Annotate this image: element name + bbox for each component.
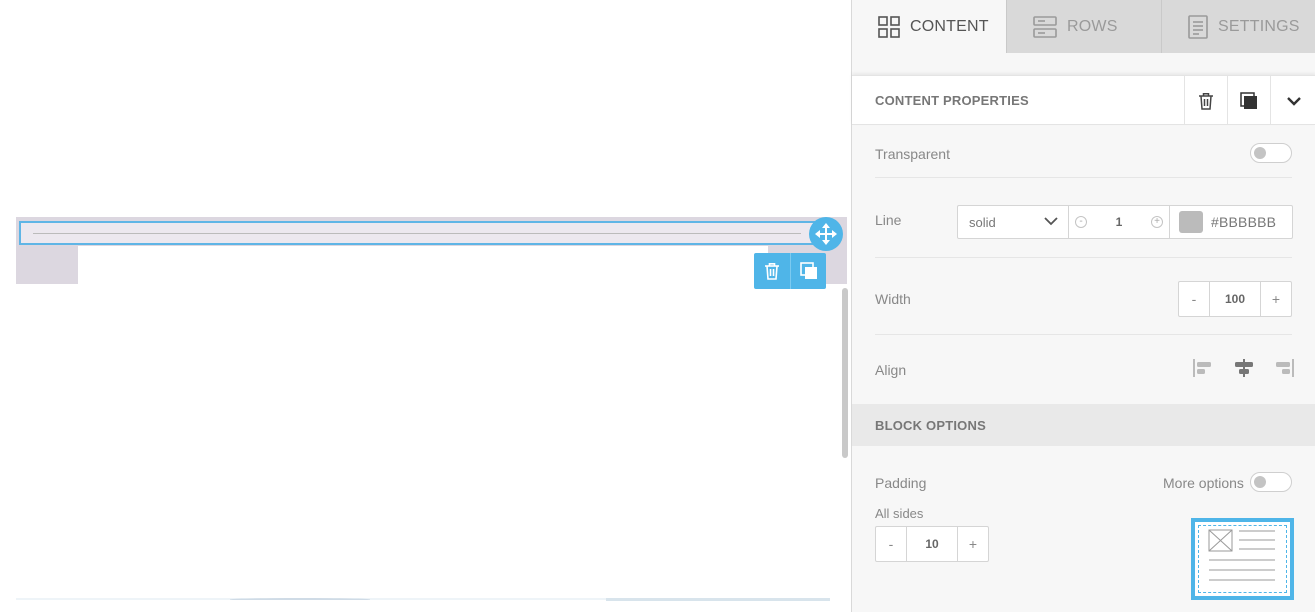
move-icon [815,223,837,245]
padding-stepper: - 10 + [875,526,989,562]
separator [875,257,1292,258]
plus-icon: + [1151,216,1163,228]
row-handle-left [16,246,78,284]
duplicate-icon [799,262,817,279]
move-handle[interactable] [809,217,843,251]
padding-preview [1191,518,1294,600]
more-options-label: More options [1163,475,1244,491]
duplicate-content-button[interactable] [1227,76,1270,125]
block-action-toolbar [754,253,826,289]
line-color-value: #BBBBBB [1211,214,1277,230]
padding-value[interactable]: 10 [906,527,958,561]
delete-content-button[interactable] [1184,76,1227,125]
chevron-down-icon [1044,217,1058,226]
collapse-properties-button[interactable] [1270,76,1315,125]
tab-content-label: CONTENT [910,17,989,35]
tab-settings-label: SETTINGS [1218,17,1300,35]
all-sides-label: All sides [875,506,924,521]
line-thickness-value[interactable]: 1 [1093,215,1145,229]
editor-canvas[interactable] [0,0,851,612]
more-options-toggle[interactable] [1250,472,1292,492]
content-properties-header: CONTENT PROPERTIES [852,75,1315,125]
tab-content[interactable]: CONTENT [852,0,1006,53]
align-right-button[interactable] [1273,357,1295,379]
width-value[interactable]: 100 [1209,282,1261,316]
width-increment-button[interactable]: + [1261,282,1291,316]
padding-increment-button[interactable]: + [958,527,988,561]
divider-line [33,233,801,234]
block-options-title: BLOCK OPTIONS [875,418,986,433]
toggle-knob [1254,147,1266,159]
align-left-icon [1193,359,1211,377]
line-thickness-stepper: - 1 + [1068,205,1170,239]
line-thickness-increment[interactable]: + [1145,206,1169,238]
settings-doc-icon [1188,14,1208,39]
content-properties-title: CONTENT PROPERTIES [875,93,1029,108]
tab-rows-label: ROWS [1067,17,1118,35]
transparent-toggle[interactable] [1250,143,1292,163]
tab-rows[interactable]: ROWS [1006,0,1161,53]
align-buttons [1192,357,1295,379]
padding-decrement-button[interactable]: - [876,527,906,561]
width-stepper: - 100 + [1178,281,1292,317]
width-decrement-button[interactable]: - [1179,282,1209,316]
grid-icon [878,15,900,38]
transparent-label: Transparent [875,146,950,162]
rows-icon [1033,15,1057,38]
properties-panel: CONTENT ROWS SETTINGS CONTENT PROPERTIES… [851,0,1315,612]
divider-content-block[interactable] [19,221,815,245]
block-preview-icon [1208,529,1275,581]
align-label: Align [875,362,907,378]
block-duplicate-button[interactable] [790,253,826,289]
padding-label: Padding [875,475,927,491]
minus-icon: - [1075,216,1087,228]
toggle-knob [1254,476,1266,488]
line-style-value: solid [969,215,996,230]
align-center-button[interactable] [1233,357,1255,379]
canvas-scrollbar[interactable] [842,288,848,458]
panel-tabs: CONTENT ROWS SETTINGS [852,0,1315,53]
align-left-button[interactable] [1192,357,1214,379]
chevron-down-icon [1286,96,1301,106]
align-center-icon [1234,359,1253,377]
line-thickness-decrement[interactable]: - [1069,206,1093,238]
trash-icon [765,263,779,280]
block-delete-button[interactable] [754,253,790,289]
block-options-header: BLOCK OPTIONS [852,404,1315,446]
next-row-image-edge [606,598,830,601]
separator [875,334,1292,335]
line-style-select[interactable]: solid [957,205,1069,239]
align-right-icon [1276,359,1294,377]
tab-settings[interactable]: SETTINGS [1161,0,1315,53]
line-label: Line [875,212,902,228]
duplicate-icon [1240,91,1257,109]
separator [875,177,1292,178]
trash-icon [1199,92,1213,110]
width-label: Width [875,291,911,307]
next-row-decoration [230,598,370,601]
line-color-picker[interactable]: #BBBBBB [1169,205,1293,239]
line-color-swatch [1179,211,1203,233]
